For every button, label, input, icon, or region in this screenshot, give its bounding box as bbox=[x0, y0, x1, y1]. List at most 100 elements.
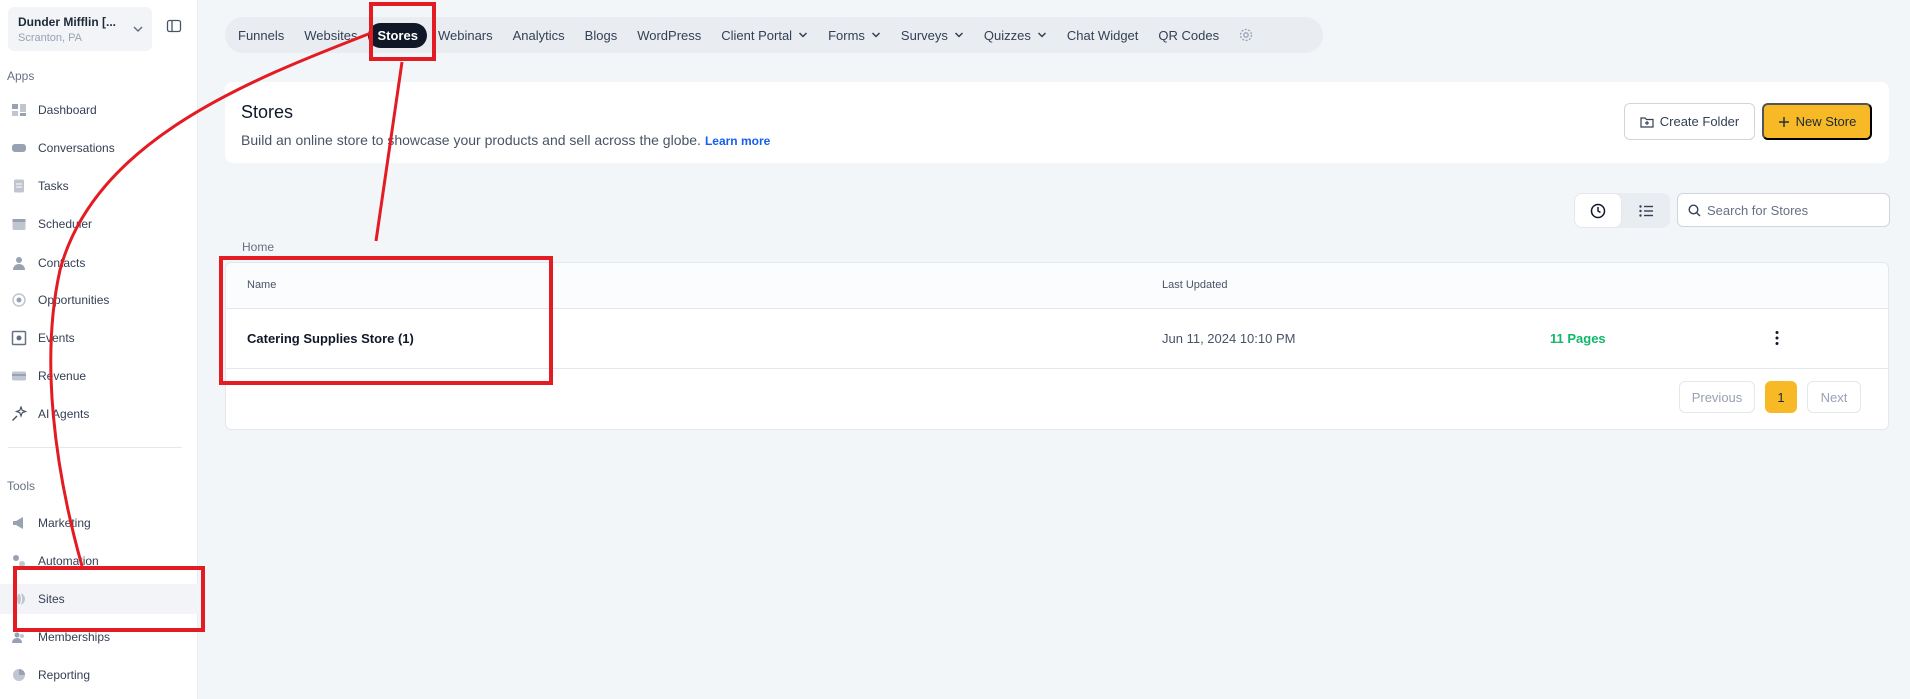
tab-label: Stores bbox=[377, 27, 418, 43]
more-options-icon[interactable] bbox=[1768, 329, 1786, 347]
chevron-down-icon bbox=[954, 32, 963, 38]
search-box bbox=[1677, 193, 1890, 227]
create-folder-button[interactable]: Create Folder bbox=[1624, 103, 1755, 140]
sidebar-item-dashboard[interactable]: Dashboard bbox=[0, 95, 198, 125]
search-input[interactable] bbox=[1707, 202, 1877, 218]
tab-funnels[interactable]: Funnels bbox=[229, 23, 293, 48]
events-icon bbox=[11, 330, 27, 346]
account-switcher[interactable]: Dunder Mifflin [... Scranton, PA bbox=[8, 7, 152, 51]
chevron-down-icon bbox=[1037, 32, 1046, 38]
sidebar-item-label: Marketing bbox=[38, 516, 91, 530]
sidebar-item-label: Revenue bbox=[38, 369, 87, 383]
tab-label: Webinars bbox=[437, 27, 493, 43]
tab-label: Blogs bbox=[584, 27, 618, 43]
tab-websites[interactable]: Websites bbox=[295, 23, 366, 48]
tab-qr-codes[interactable]: QR Codes bbox=[1149, 23, 1228, 48]
list-view-button[interactable] bbox=[1622, 193, 1670, 228]
sidebar-item-opportunities[interactable]: Opportunities bbox=[0, 285, 198, 315]
sidebar-item-label: AI Agents bbox=[38, 407, 90, 421]
recent-view-button[interactable] bbox=[1574, 193, 1622, 228]
column-header-name[interactable]: Name bbox=[247, 279, 276, 291]
sidebar-item-contacts[interactable]: Contacts bbox=[0, 248, 198, 278]
card-icon bbox=[12, 371, 26, 381]
sidebar-item-label: Memberships bbox=[38, 630, 111, 644]
tab-webinars[interactable]: Webinars bbox=[429, 23, 502, 48]
view-toggle-group bbox=[1574, 193, 1670, 228]
sparkle-icon bbox=[12, 406, 27, 421]
page-header: Stores Build an online store to showcase… bbox=[225, 82, 1889, 163]
store-name[interactable]: Catering Supplies Store (1) bbox=[247, 331, 414, 346]
globe-icon bbox=[13, 592, 25, 606]
sidebar-item-marketing[interactable]: Marketing bbox=[0, 508, 198, 538]
chat-icon bbox=[12, 144, 26, 152]
calendar-icon bbox=[12, 219, 26, 230]
tab-analytics[interactable]: Analytics bbox=[504, 23, 574, 48]
folder-plus-icon bbox=[1640, 116, 1654, 128]
target-icon bbox=[12, 293, 26, 307]
apps-section-label: Apps bbox=[7, 69, 35, 83]
pagination: Previous 1 Next bbox=[1679, 381, 1861, 413]
tab-label: Funnels bbox=[238, 27, 285, 43]
pie-icon bbox=[13, 669, 25, 681]
new-store-label: New Store bbox=[1795, 114, 1857, 129]
sites-tab-bar: Funnels Websites Stores Webinars Analyti… bbox=[225, 17, 1323, 53]
sidebar: Dunder Mifflin [... Scranton, PA Apps Da… bbox=[0, 0, 198, 699]
sidebar-item-label: Opportunities bbox=[38, 293, 110, 307]
page-subtitle: Build an online store to showcase your p… bbox=[241, 132, 770, 148]
search-icon bbox=[1688, 203, 1701, 216]
tab-wordpress[interactable]: WordPress bbox=[628, 23, 710, 48]
chevron-down-icon bbox=[871, 32, 880, 38]
members-icon bbox=[12, 632, 24, 643]
sidebar-item-automation[interactable]: Automation bbox=[0, 546, 198, 576]
tab-label: WordPress bbox=[637, 27, 702, 43]
sidebar-item-reporting[interactable]: Reporting bbox=[0, 660, 198, 690]
dashboard-icon bbox=[12, 104, 26, 116]
new-store-button[interactable]: New Store bbox=[1762, 103, 1872, 140]
gear-icon[interactable] bbox=[1238, 27, 1254, 43]
store-pages-count[interactable]: 11 Pages bbox=[1550, 331, 1606, 346]
store-last-updated: Jun 11, 2024 10:10 PM bbox=[1162, 331, 1296, 346]
column-header-last-updated[interactable]: Last Updated bbox=[1162, 279, 1227, 291]
table-row[interactable]: Catering Supplies Store (1) Jun 11, 2024… bbox=[226, 309, 1888, 369]
create-folder-label: Create Folder bbox=[1659, 114, 1740, 129]
learn-more-link[interactable]: Learn more bbox=[705, 134, 770, 148]
sidebar-item-revenue[interactable]: Revenue bbox=[0, 361, 198, 391]
account-location: Scranton, PA bbox=[18, 32, 82, 44]
sidebar-item-tasks[interactable]: Tasks bbox=[0, 171, 198, 201]
tab-stores[interactable]: Stores bbox=[368, 22, 427, 48]
tab-forms[interactable]: Forms bbox=[819, 23, 890, 48]
sidebar-item-label: Contacts bbox=[38, 256, 86, 270]
breadcrumb[interactable]: Home bbox=[242, 240, 274, 254]
person-icon bbox=[13, 257, 25, 270]
tab-blogs[interactable]: Blogs bbox=[576, 23, 627, 48]
automation-icon bbox=[13, 555, 25, 567]
chevron-down-icon bbox=[799, 32, 808, 38]
sidebar-item-label: Dashboard bbox=[38, 103, 97, 117]
tab-quizzes[interactable]: Quizzes bbox=[975, 23, 1056, 48]
list-icon bbox=[1639, 204, 1653, 217]
megaphone-icon bbox=[13, 517, 23, 529]
sidebar-item-label: Automation bbox=[38, 554, 99, 568]
sidebar-item-conversations[interactable]: Conversations bbox=[0, 133, 198, 163]
tab-client-portal[interactable]: Client Portal bbox=[712, 23, 817, 48]
sidebar-item-memberships[interactable]: Memberships bbox=[0, 622, 198, 652]
sidebar-collapse-icon[interactable] bbox=[166, 18, 182, 34]
sidebar-item-events[interactable]: Events bbox=[0, 323, 198, 353]
tab-surveys[interactable]: Surveys bbox=[892, 23, 973, 48]
previous-page-button[interactable]: Previous bbox=[1679, 381, 1755, 413]
sidebar-item-sites[interactable]: Sites bbox=[0, 584, 198, 614]
tools-section-label: Tools bbox=[7, 479, 36, 493]
tab-chat-widget[interactable]: Chat Widget bbox=[1058, 23, 1148, 48]
next-page-button[interactable]: Next bbox=[1807, 381, 1861, 413]
sidebar-item-scheduler[interactable]: Scheduler bbox=[0, 209, 198, 239]
page-description: Build an online store to showcase your p… bbox=[241, 132, 701, 148]
page-number-button[interactable]: 1 bbox=[1765, 381, 1797, 413]
sidebar-item-label: Scheduler bbox=[38, 217, 93, 231]
plus-icon bbox=[1778, 116, 1789, 127]
stores-table: Name Last Updated Catering Supplies Stor… bbox=[225, 262, 1889, 430]
sidebar-item-ai-agents[interactable]: AI Agents bbox=[0, 399, 198, 429]
page-title: Stores bbox=[241, 102, 294, 122]
tab-label: Analytics bbox=[512, 27, 565, 43]
tasks-icon bbox=[14, 179, 24, 193]
tab-label: Surveys bbox=[900, 27, 948, 43]
